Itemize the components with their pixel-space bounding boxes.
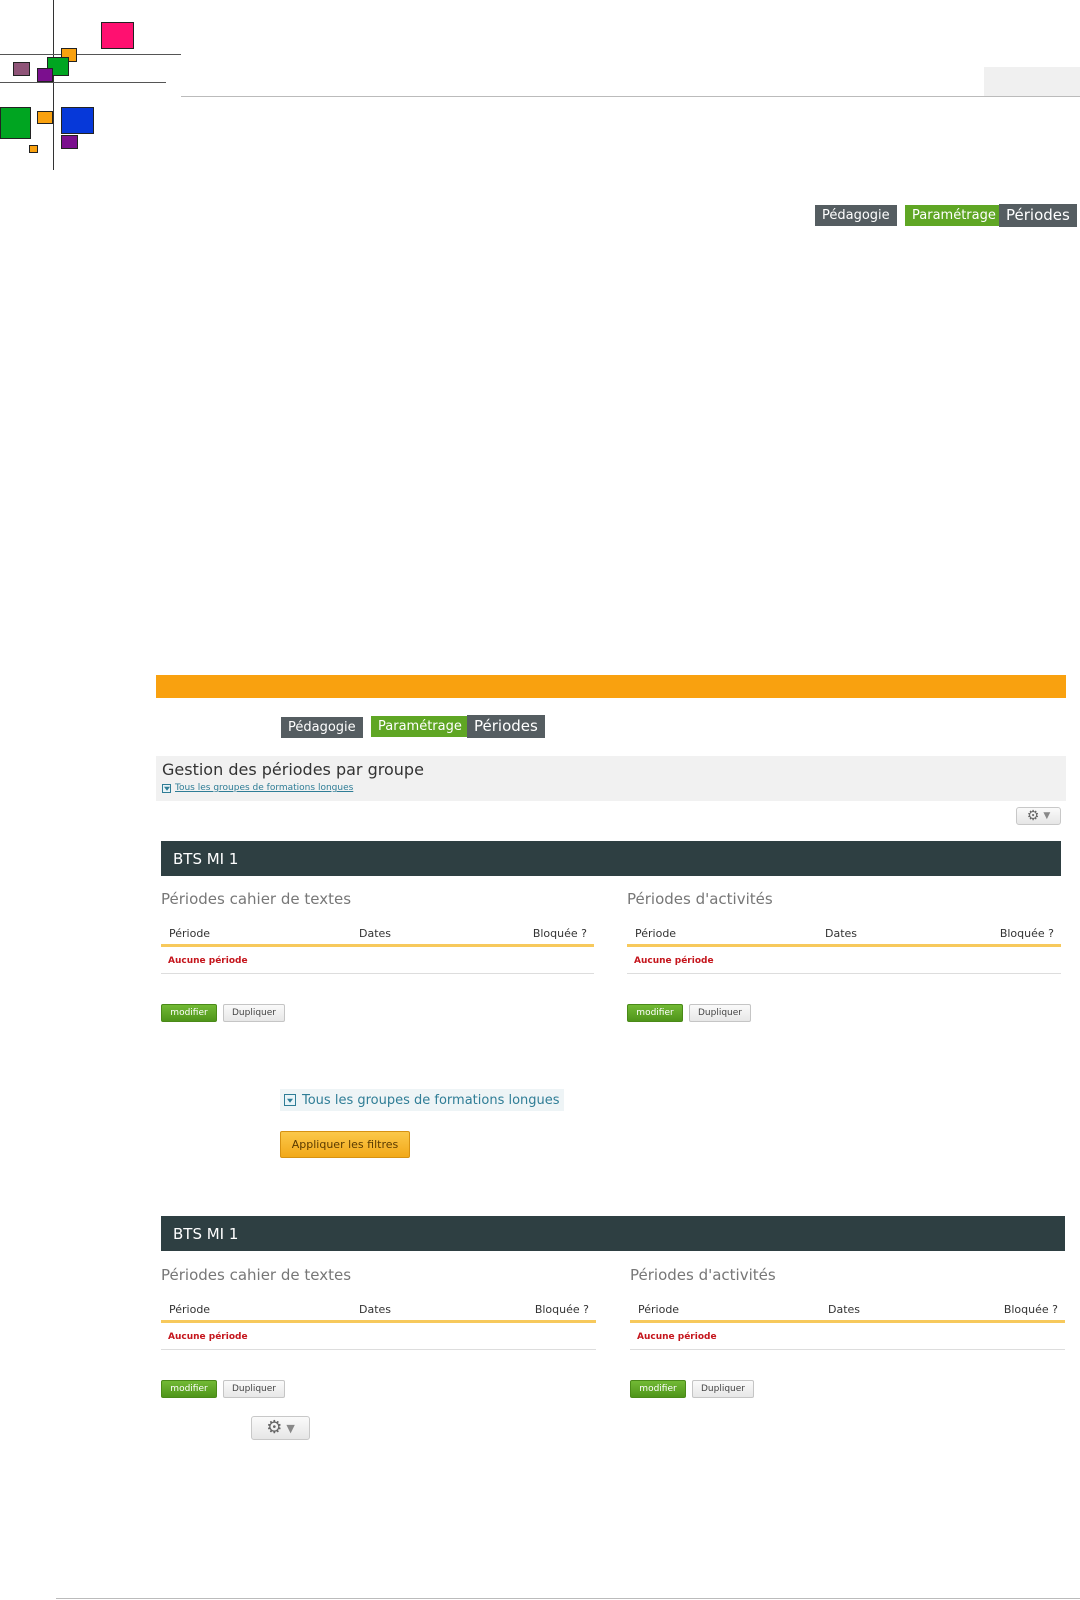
header-divider [181, 96, 1080, 97]
chevron-down-icon: ▼ [1043, 810, 1051, 821]
column-header-bloquee: Bloquée ? [1003, 1303, 1058, 1316]
dropdown-toggle-icon [162, 783, 171, 793]
group-filter-link[interactable]: Tous les groupes de formations longues [162, 783, 353, 793]
group-filter-link-label: Tous les groupes de formations longues [175, 783, 354, 793]
logo-square-purple [37, 68, 53, 82]
logo-square-pink [101, 22, 134, 49]
logo-square-green-2 [0, 107, 31, 139]
empty-period-text: Aucune période [168, 1332, 248, 1342]
page-title: Gestion des périodes par groupe [162, 760, 424, 779]
logo-vertical-line [53, 0, 54, 170]
gear-icon: ⚙ [1026, 808, 1040, 824]
logo-horizontal-line [0, 54, 181, 55]
modify-button[interactable]: modifier [630, 1380, 686, 1398]
column-header-dates: Dates [825, 927, 858, 940]
duplicate-button[interactable]: Dupliquer [692, 1380, 754, 1398]
modify-button[interactable]: modifier [161, 1380, 217, 1398]
group-name: BTS MI 1 [173, 1224, 239, 1243]
page-header: Gestion des périodes par groupe Tous les… [156, 756, 1066, 801]
logo-square-orange-2 [37, 111, 53, 124]
chevron-down-icon: ▼ [286, 1421, 295, 1435]
breadcrumb-mid-periodes[interactable]: Périodes [467, 715, 545, 738]
column-header-bloquee: Bloquée ? [532, 927, 587, 940]
gear-icon: ⚙ [266, 1417, 283, 1438]
duplicate-button[interactable]: Dupliquer [223, 1004, 285, 1022]
table-row: Aucune période [630, 1323, 1065, 1350]
breadcrumb-top-pedagogie[interactable]: Pédagogie [815, 205, 897, 226]
apply-filters-button[interactable]: Appliquer les filtres [280, 1131, 410, 1158]
orange-banner [156, 675, 1066, 698]
column-header-dates: Dates [359, 1303, 392, 1316]
breadcrumb-mid-pedagogie[interactable]: Pédagogie [281, 717, 363, 738]
section-title: Périodes d'activités [627, 890, 773, 908]
column-header-dates: Dates [359, 927, 392, 940]
settings-button[interactable]: ⚙ ▼ [1016, 807, 1061, 825]
dropdown-toggle-icon [284, 1094, 296, 1106]
table-header: Période Dates Bloquée ? [161, 924, 594, 947]
breadcrumb-top-periodes[interactable]: Périodes [999, 204, 1077, 227]
duplicate-button[interactable]: Dupliquer [689, 1004, 751, 1022]
table-header: Période Dates Bloquée ? [630, 1300, 1065, 1323]
column-header-periode: Période [169, 927, 211, 940]
column-header-bloquee: Bloquée ? [534, 1303, 589, 1316]
table-header: Période Dates Bloquée ? [627, 924, 1061, 947]
group-filter-dropdown-label: Tous les groupes de formations longues [302, 1092, 560, 1108]
empty-period-text: Aucune période [634, 956, 714, 966]
breadcrumb-top-parametrage[interactable]: Paramétrage [905, 205, 1003, 226]
table-row: Aucune période [627, 947, 1061, 974]
column-header-periode: Période [635, 927, 677, 940]
logo-square-purple-2 [61, 135, 78, 149]
header-user-box[interactable] [984, 67, 1080, 96]
section-title: Périodes cahier de textes [161, 1266, 352, 1284]
table-row: Aucune période [161, 947, 594, 974]
logo-square-mauve [13, 62, 30, 76]
column-header-periode: Période [638, 1303, 680, 1316]
footer-divider [56, 1598, 1080, 1599]
section-title: Périodes cahier de textes [161, 890, 352, 908]
section-title: Périodes d'activités [630, 1266, 776, 1284]
logo-square-orange-small [29, 145, 38, 153]
duplicate-button[interactable]: Dupliquer [223, 1380, 285, 1398]
table-header: Période Dates Bloquée ? [161, 1300, 596, 1323]
group-header: BTS MI 1 [161, 1216, 1065, 1251]
modify-button[interactable]: modifier [161, 1004, 217, 1022]
breadcrumb-mid-parametrage[interactable]: Paramétrage [371, 716, 469, 737]
modify-button[interactable]: modifier [627, 1004, 683, 1022]
column-header-dates: Dates [828, 1303, 861, 1316]
column-header-periode: Période [169, 1303, 211, 1316]
table-row: Aucune période [161, 1323, 596, 1350]
column-header-bloquee: Bloquée ? [999, 927, 1054, 940]
group-header: BTS MI 1 [161, 841, 1061, 876]
group-filter-dropdown[interactable]: Tous les groupes de formations longues [280, 1089, 564, 1111]
logo-horizontal-line-2 [0, 82, 166, 83]
empty-period-text: Aucune période [637, 1332, 717, 1342]
empty-period-text: Aucune période [168, 956, 248, 966]
settings-button-large[interactable]: ⚙ ▼ [251, 1416, 310, 1440]
group-name: BTS MI 1 [173, 849, 239, 868]
logo-square-blue [61, 107, 94, 134]
